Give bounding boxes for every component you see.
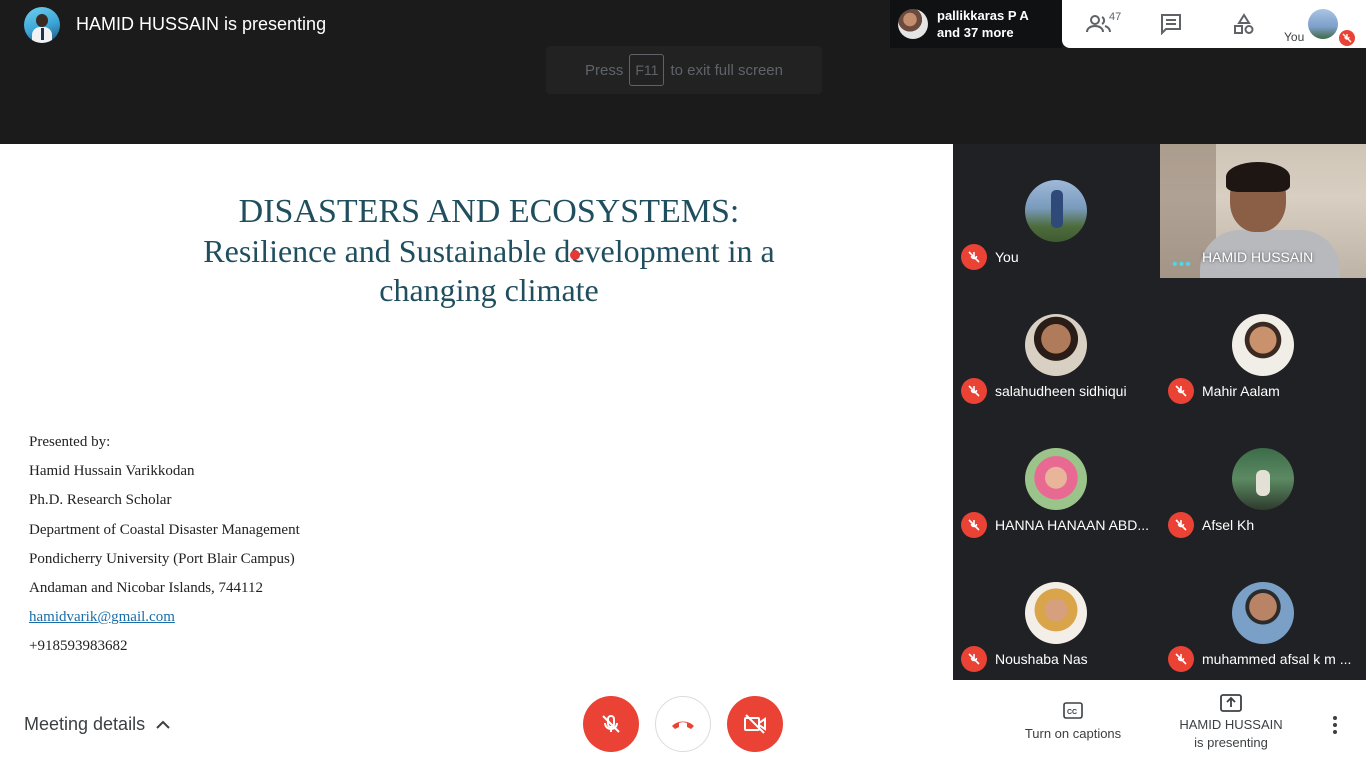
participant-name: Noushaba Nas (995, 651, 1088, 667)
svg-text:CC: CC (1067, 709, 1077, 716)
meeting-details-label: Meeting details (24, 714, 146, 734)
participant-tile[interactable]: Noushaba Nas (953, 546, 1159, 680)
more-options-button[interactable] (1322, 710, 1348, 740)
participant-tile[interactable]: Afsel Kh (1160, 412, 1366, 546)
avatar (1025, 180, 1087, 242)
participant-name: Mahir Aalam (1202, 383, 1280, 399)
participant-name: muhammed afsal k m ... (1202, 651, 1352, 667)
hangup-icon (672, 721, 694, 729)
participant-tile[interactable]: Mahir Aalam (1160, 278, 1366, 412)
laser-pointer (570, 250, 580, 260)
mic-off-icon (961, 512, 987, 538)
chevron-up-icon (156, 720, 170, 729)
self-label: You (1284, 30, 1305, 44)
participant-tile[interactable]: muhammed afsal k m ... (1160, 546, 1366, 680)
presenter-line: Hamid Hussain Varikkodan (29, 463, 195, 480)
presenter-line: Presented by: (29, 434, 111, 450)
participants-summary[interactable]: pallikkaras P A and 37 more (890, 0, 1062, 48)
mic-off-icon (602, 715, 620, 733)
participants-summary-line1: pallikkaras P A (937, 8, 1029, 23)
presenting-title: HAMID HUSSAIN is presenting (76, 14, 327, 34)
presenting-status-button[interactable]: HAMID HUSSAIN is presenting (1168, 694, 1294, 752)
presenter-line: Andaman and Nicobar Islands, 744112 (29, 579, 263, 596)
avatar (1025, 448, 1087, 510)
presenter-info: Presented by: Hamid Hussain Varikkodan P… (29, 434, 300, 668)
presenter-line: Ph.D. Research Scholar (29, 492, 172, 509)
leave-call-button[interactable] (655, 696, 711, 752)
mic-off-icon (961, 244, 987, 270)
presenter-avatar (24, 7, 60, 43)
participant-name: salahudheen sidhiqui (995, 383, 1127, 399)
participant-name: HANNA HANAAN ABD... (995, 517, 1150, 533)
participant-name: You (995, 249, 1019, 265)
more-vert-icon (1333, 716, 1337, 734)
speaking-indicator-icon: ••• (1172, 256, 1192, 273)
presentation-slide: DISASTERS AND ECOSYSTEMS: Resilience and… (0, 144, 953, 680)
presenter-line: Pondicherry University (Port Blair Campu… (29, 550, 295, 567)
top-toolbar: 47 You (1062, 0, 1366, 48)
participant-name: Afsel Kh (1202, 517, 1255, 533)
captions-icon: CC (1063, 702, 1083, 719)
fullscreen-hint: Press F11 to exit full screen (546, 46, 822, 94)
people-count: 47 (1109, 11, 1122, 23)
activities-button[interactable] (1229, 10, 1259, 38)
presenter-email-link[interactable]: hamidvarik@gmail.com (29, 609, 300, 638)
mic-off-icon (1339, 30, 1355, 46)
camera-off-icon (744, 714, 766, 734)
mic-off-icon (1168, 378, 1194, 404)
avatar (1232, 448, 1294, 510)
chat-button[interactable] (1156, 10, 1186, 38)
captions-button[interactable]: CC Turn on captions (1010, 702, 1136, 741)
presenting-line1: HAMID HUSSAIN (1179, 717, 1283, 732)
mic-off-icon (1168, 646, 1194, 672)
chat-icon (1161, 14, 1181, 35)
participant-avatar (898, 9, 928, 39)
meeting-details-button[interactable]: Meeting details (24, 714, 171, 735)
camera-toggle-button[interactable] (727, 696, 783, 752)
fullscreen-hint-key: F11 (629, 54, 665, 86)
mic-toggle-button[interactable] (583, 696, 639, 752)
captions-label: Turn on captions (1024, 726, 1122, 741)
avatar (1025, 314, 1087, 376)
present-icon (1220, 694, 1242, 712)
avatar (1232, 582, 1294, 644)
participant-tile[interactable]: You (953, 144, 1159, 278)
activities-icon (1234, 13, 1254, 34)
participant-tile[interactable]: HANNA HANAAN ABD... (953, 412, 1159, 546)
presenter-line: +918593983682 (29, 638, 128, 655)
slide-title: DISASTERS AND ECOSYSTEMS: (238, 193, 740, 230)
avatar (1025, 582, 1087, 644)
slide-subtitle: Resilience and Sustainable development i… (203, 233, 775, 308)
participants-summary-line2: and 37 more (937, 25, 1014, 40)
participant-video-tile[interactable]: ••• HAMID HUSSAIN (1160, 144, 1366, 278)
fullscreen-hint-after: to exit full screen (670, 61, 783, 79)
fullscreen-hint-before: Press (585, 61, 624, 79)
mic-off-icon (961, 378, 987, 404)
mic-off-icon (1168, 512, 1194, 538)
presenter-line: Department of Coastal Disaster Managemen… (29, 521, 300, 538)
bottom-bar: Meeting details CC Turn on captions HAMI… (0, 680, 1366, 768)
participant-name: HAMID HUSSAIN (1202, 249, 1314, 265)
mic-off-icon (961, 646, 987, 672)
presenting-line2: is presenting (1194, 735, 1268, 750)
participant-tile[interactable]: salahudheen sidhiqui (953, 278, 1159, 412)
avatar (1232, 314, 1294, 376)
self-avatar (1308, 9, 1338, 39)
